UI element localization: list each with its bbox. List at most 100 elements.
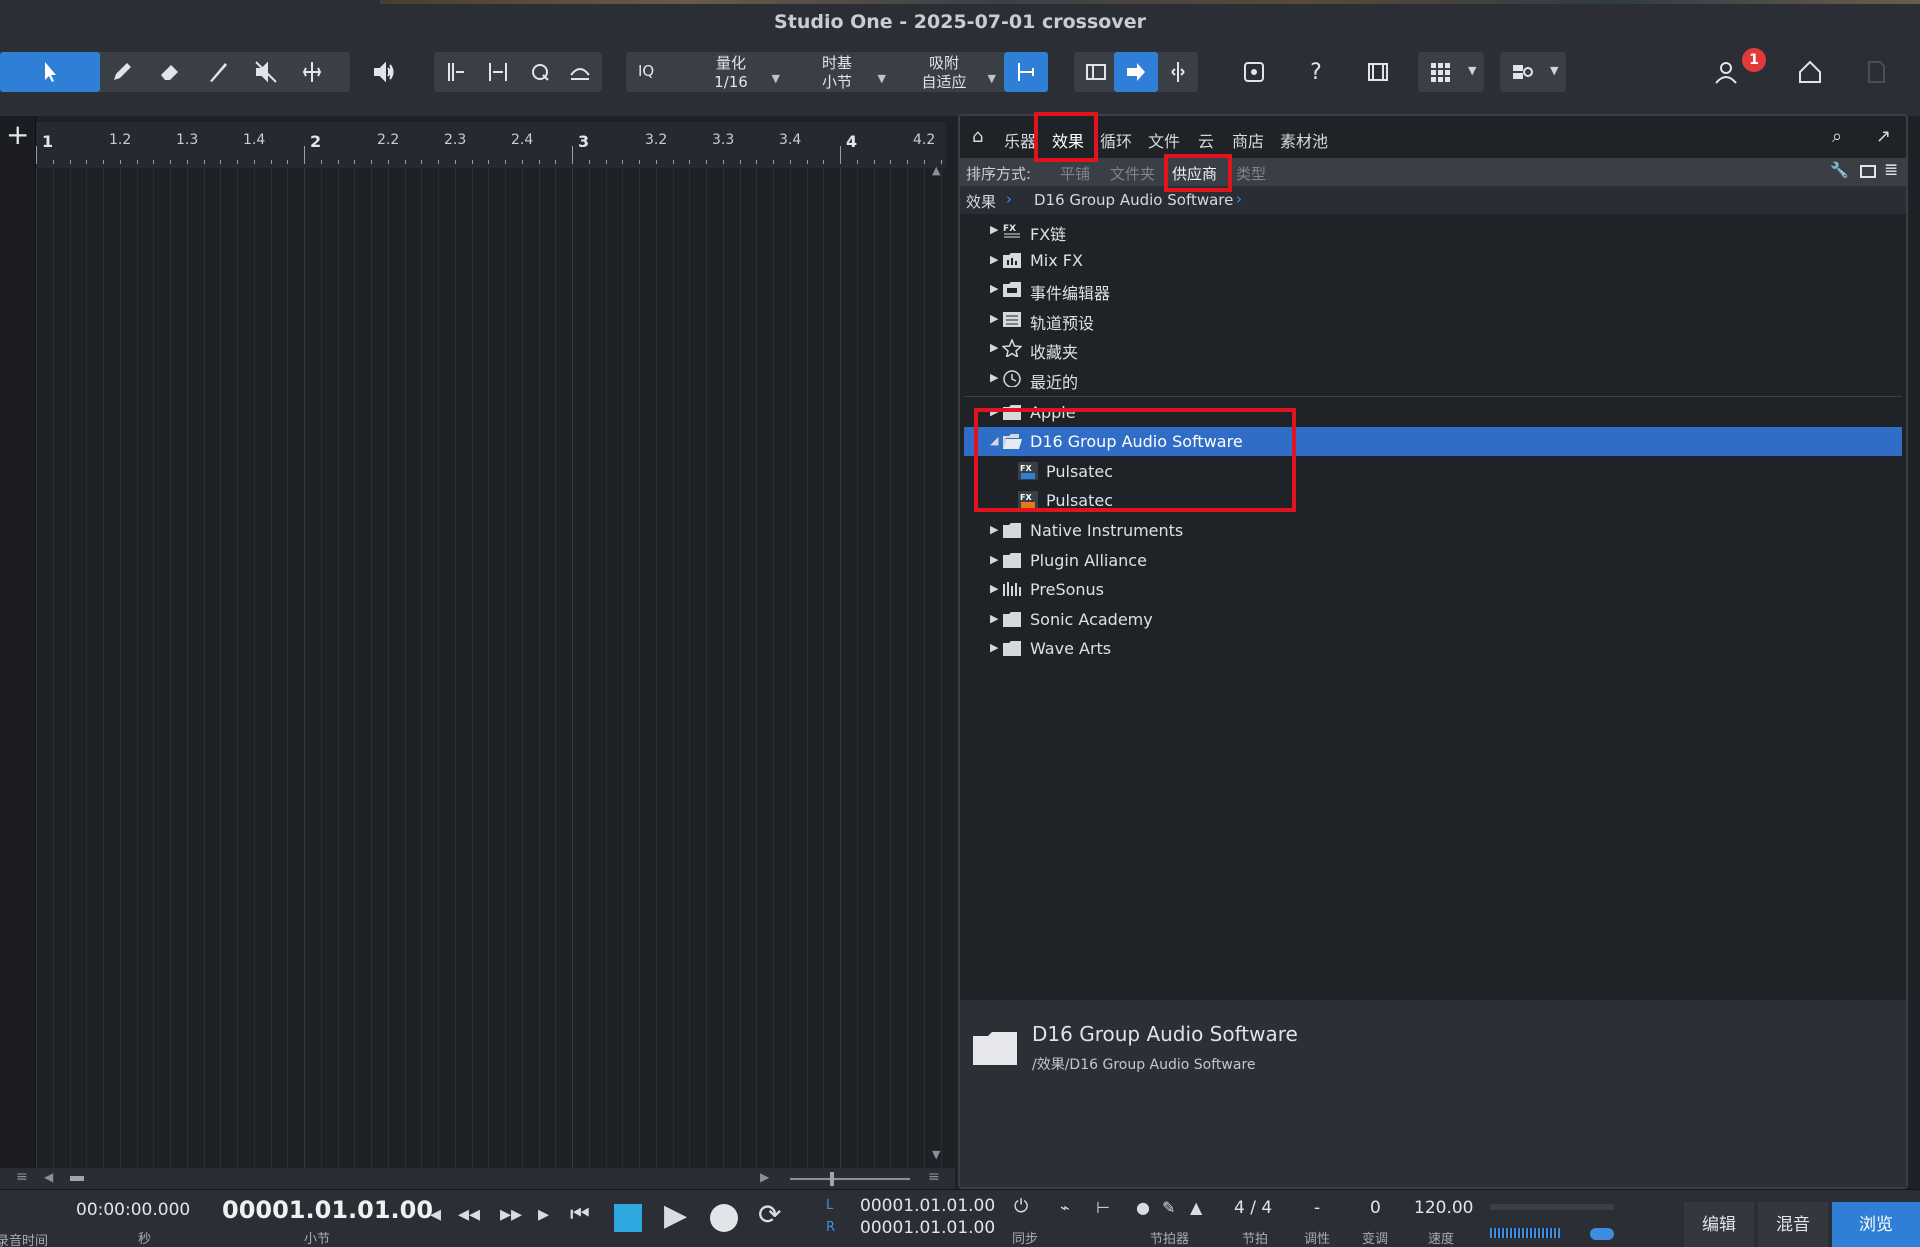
iq-label[interactable]: IQ: [638, 62, 654, 80]
expand-icon[interactable]: ▶: [990, 553, 1000, 566]
rewind-start-icon[interactable]: ◂: [430, 1202, 441, 1227]
list-icon[interactable]: ≣: [1884, 160, 1898, 180]
grid-button[interactable]: [1418, 52, 1462, 92]
eraser-tool-button[interactable]: [148, 52, 192, 92]
browse-mode-button[interactable]: 浏览: [1832, 1202, 1920, 1247]
tree-item[interactable]: ▶ 轨道预设: [964, 305, 1902, 334]
menu-icon[interactable]: ≡: [928, 1169, 940, 1185]
video-button[interactable]: [1356, 52, 1400, 92]
precount-icon[interactable]: ⌁: [1060, 1198, 1070, 1217]
pencil-tool-button[interactable]: [100, 52, 144, 92]
expand-icon[interactable]: ▶: [990, 641, 1000, 654]
layout-menu-group[interactable]: ▼: [1500, 52, 1566, 92]
tab-files[interactable]: 文件: [1148, 128, 1180, 152]
timeline-ruler[interactable]: 1 1.2 1.3 1.4 2 2.2 2.3 2.4 3 3.2 3.3 3.4 4 4.2: [36, 122, 946, 168]
expand-icon[interactable]: ▶: [990, 341, 1000, 354]
sort-type[interactable]: 类型: [1236, 163, 1266, 184]
key-value[interactable]: -: [1314, 1198, 1320, 1218]
listen-tool-button[interactable]: [362, 52, 406, 92]
snap-select[interactable]: 吸附 自适应 ▼: [896, 54, 996, 94]
scroll-up-icon[interactable]: ▲: [932, 164, 940, 177]
inspector-button[interactable]: [1074, 52, 1118, 92]
tab-instruments[interactable]: 乐器: [1004, 128, 1036, 152]
metronome-icon[interactable]: ▲: [1190, 1198, 1202, 1217]
horizontal-scrollbar[interactable]: ≡ ◀ ▶ ≡: [0, 1168, 955, 1189]
wrench-icon[interactable]: 🔧: [1830, 161, 1849, 179]
scroll-thumb[interactable]: [70, 1176, 84, 1181]
menu-icon[interactable]: ≡: [16, 1169, 28, 1185]
tree-item[interactable]: ▶ PreSonus: [964, 575, 1902, 604]
tab-loops[interactable]: 循环: [1100, 128, 1132, 152]
tree-item[interactable]: ▶ Mix FX: [964, 246, 1902, 275]
tree-item[interactable]: ▶ Wave Arts: [964, 634, 1902, 663]
loop-icon[interactable]: ⟳: [758, 1198, 781, 1231]
sort-folder[interactable]: 文件夹: [1110, 163, 1155, 184]
document-button[interactable]: [1854, 52, 1898, 92]
breadcrumb-effects[interactable]: 效果: [966, 191, 996, 212]
autoscroll-button[interactable]: [1156, 52, 1200, 92]
edit-mode-button[interactable]: 编辑: [1684, 1202, 1754, 1247]
loop-end[interactable]: 00001.01.01.00: [860, 1218, 995, 1238]
quantize-button[interactable]: [518, 52, 562, 92]
sync-icon[interactable]: ⏻: [1014, 1196, 1028, 1217]
snap-toggle-button[interactable]: [1004, 52, 1048, 92]
paint-tool-button[interactable]: [196, 52, 240, 92]
tree-item[interactable]: ▶ 最近的: [964, 364, 1902, 393]
metronome-settings-icon[interactable]: ✎: [1162, 1198, 1175, 1217]
scroll-left-icon[interactable]: ◀: [44, 1170, 53, 1184]
time-seconds[interactable]: 00:00:00.000: [76, 1200, 190, 1220]
expand-icon[interactable]: ▶: [990, 312, 1000, 325]
tempo-value[interactable]: 120.00: [1414, 1198, 1473, 1218]
scroll-down-icon[interactable]: ▼: [932, 1148, 940, 1161]
zoom-slider[interactable]: [790, 1178, 910, 1180]
tree-item[interactable]: ▶ Plugin Alliance: [964, 546, 1902, 575]
arrangement-grid[interactable]: [36, 168, 946, 1168]
bend-tool-button[interactable]: [434, 52, 478, 92]
time-signature[interactable]: 4 / 4: [1234, 1198, 1272, 1218]
seconds-unit[interactable]: 秒: [138, 1228, 151, 1247]
add-track-icon[interactable]: +: [6, 118, 29, 151]
position-unit[interactable]: 小节: [304, 1228, 330, 1247]
quantize-select[interactable]: 量化 1/16 ▼: [686, 54, 780, 94]
record-button[interactable]: [710, 1204, 738, 1232]
expand-icon[interactable]: ▶: [990, 371, 1000, 384]
stretch-tool-button[interactable]: [476, 52, 520, 92]
meter-toggle[interactable]: [1590, 1228, 1614, 1240]
forward-end-icon[interactable]: ▸: [538, 1202, 549, 1227]
home-button[interactable]: [1788, 52, 1832, 92]
tree-item[interactable]: ▶ Native Instruments: [964, 516, 1902, 545]
home-icon[interactable]: ⌂: [972, 126, 983, 147]
timebase-select[interactable]: 时基 小节 ▼: [792, 54, 886, 94]
tab-cloud[interactable]: 云: [1198, 128, 1214, 152]
expand-icon[interactable]: ↗: [1876, 126, 1891, 147]
position-display[interactable]: 00001.01.01.00: [222, 1196, 433, 1224]
rewind-icon[interactable]: ◂◂: [458, 1202, 480, 1227]
marker-icon[interactable]: ⊢: [1096, 1198, 1110, 1217]
metronome-on-icon[interactable]: ●: [1136, 1198, 1150, 1217]
transpose-value[interactable]: 0: [1370, 1198, 1381, 1218]
loop-start[interactable]: 00001.01.01.00: [860, 1196, 995, 1216]
tree-item[interactable]: ▶ FX FX链: [964, 216, 1902, 245]
expand-icon[interactable]: ▶: [990, 612, 1000, 625]
tree-item[interactable]: ▶ 收藏夹: [964, 334, 1902, 363]
tab-pool[interactable]: 素材池: [1280, 128, 1328, 152]
sort-flat[interactable]: 平铺: [1060, 163, 1090, 184]
breadcrumb-d16[interactable]: D16 Group Audio Software: [1034, 191, 1233, 209]
window-icon[interactable]: [1860, 165, 1876, 178]
layout-button[interactable]: [1500, 52, 1544, 92]
groove-button[interactable]: [558, 52, 602, 92]
follow-button[interactable]: [1114, 52, 1158, 92]
tree-item[interactable]: ▶ Sonic Academy: [964, 605, 1902, 634]
stop-button[interactable]: [614, 1204, 642, 1232]
expand-icon[interactable]: ▶: [990, 253, 1000, 266]
mute-tool-button[interactable]: [244, 52, 288, 92]
mix-mode-button[interactable]: 混音: [1758, 1202, 1828, 1247]
expand-icon[interactable]: ▶: [990, 282, 1000, 295]
expand-icon[interactable]: ▶: [990, 523, 1000, 536]
expand-icon[interactable]: ▶: [990, 582, 1000, 595]
scroll-right-icon[interactable]: ▶: [760, 1170, 769, 1184]
play-icon[interactable]: ▶: [664, 1198, 687, 1233]
expand-icon[interactable]: ▶: [990, 223, 1000, 236]
fast-forward-icon[interactable]: ▸▸: [500, 1202, 522, 1227]
help-button[interactable]: ?: [1294, 52, 1338, 92]
